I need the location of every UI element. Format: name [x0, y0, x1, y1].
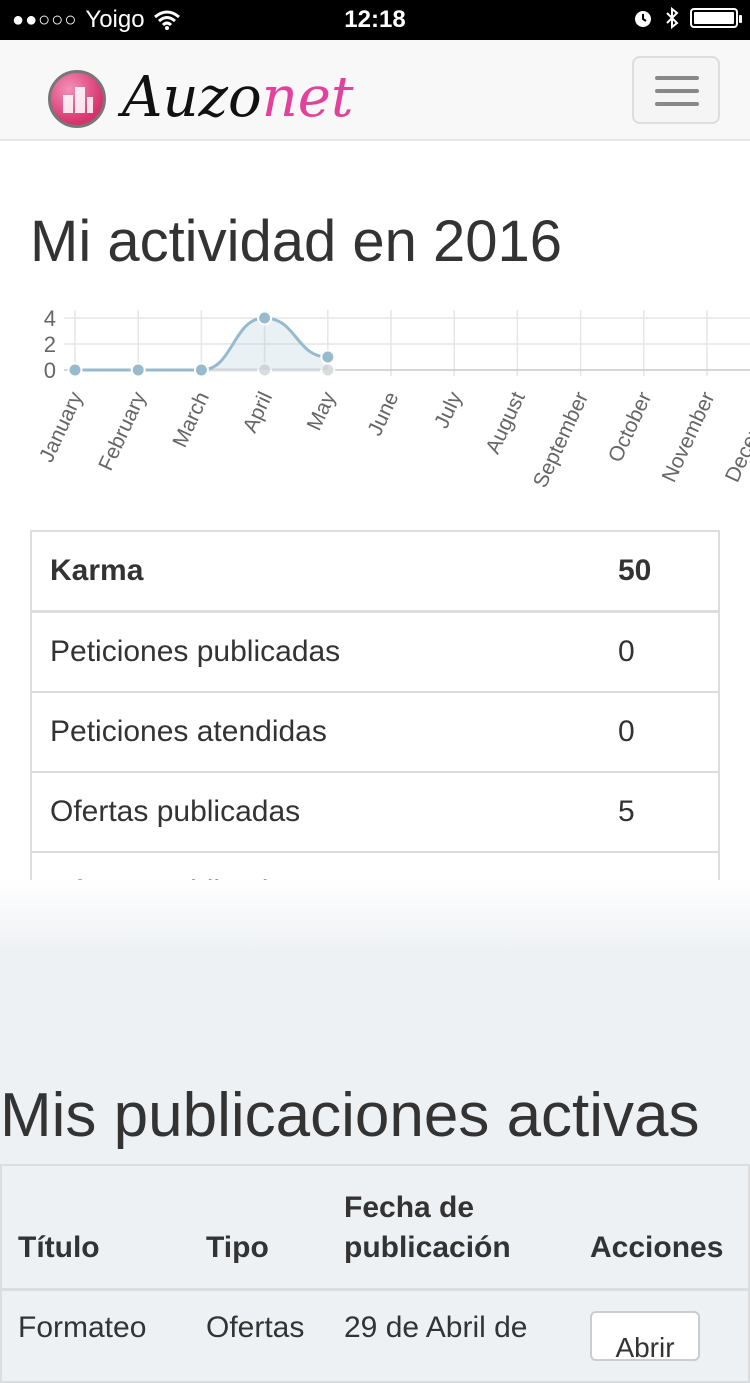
y-tick-label: 0 [44, 358, 56, 383]
battery-icon [690, 8, 742, 28]
status-right [632, 6, 742, 30]
stats-label: Peticiones publicadas [50, 635, 341, 668]
header-type: Tipo [206, 1231, 269, 1264]
stats-value: 0 [618, 635, 635, 668]
row-actions: Abrir [574, 1311, 748, 1381]
menu-toggle-button[interactable] [632, 56, 720, 124]
stats-table: Karma 50 Peticiones publicadas 0 Peticiones … [30, 530, 720, 933]
x-tick-label: March [168, 388, 214, 451]
y-tick-label: 4 [44, 306, 56, 331]
stats-row: Ofertas publicadas 5 [32, 771, 718, 851]
status-bar: ●●○○○ Yoigo 12:18 [0, 0, 750, 40]
logo-text-part1: Auzo [122, 65, 262, 130]
hamburger-line [655, 102, 699, 106]
publications-title: Mis publicaciones activas [0, 1081, 700, 1150]
stats-value: 0 [618, 715, 635, 748]
brand-logo[interactable]: Auzonet [122, 66, 353, 130]
x-tick-label: July [430, 388, 467, 432]
x-tick-label: January [35, 388, 88, 466]
header-actions: Acciones [590, 1231, 724, 1264]
activity-title: Mi actividad en 2016 [30, 209, 562, 274]
stats-row: Peticiones atendidas 0 [32, 691, 718, 771]
y-tick-label: 2 [44, 332, 56, 357]
x-tick-label: February [94, 388, 151, 474]
data-point [320, 349, 336, 365]
bluetooth-icon [666, 6, 679, 30]
stats-row: Karma 50 [32, 532, 718, 611]
x-tick-label: April [239, 388, 278, 436]
publications-table: Título Tipo Fecha de publicación Accione… [0, 1164, 750, 1383]
row-title[interactable]: Formateo [2, 1311, 190, 1381]
data-point [193, 362, 209, 378]
x-tick-label: October [604, 388, 656, 465]
table-row: Formateo Ofertas 29 de Abril de Abrir [2, 1291, 748, 1381]
stats-label: Peticiones atendidas [50, 715, 327, 748]
data-point [130, 362, 146, 378]
logo-icon[interactable] [48, 70, 106, 128]
x-tick-label: November [658, 388, 720, 486]
x-tick-label: August [481, 388, 530, 457]
stats-row: Peticiones publicadas 0 [32, 611, 718, 691]
stats-value: 5 [618, 795, 635, 828]
x-tick-label: May [303, 388, 341, 434]
table-header: Título Tipo Fecha de publicación Accione… [2, 1166, 748, 1291]
open-button[interactable]: Abrir [590, 1311, 700, 1361]
activity-chart: 024 January February March April May June July A… [35, 306, 750, 491]
alarm-icon [635, 11, 651, 27]
header-date: Fecha de publicación [344, 1191, 511, 1264]
x-tick-label: September [529, 388, 593, 491]
row-type: Ofertas [206, 1311, 305, 1344]
hamburger-line [655, 89, 699, 93]
data-point [67, 362, 83, 378]
x-tick-label: June [363, 388, 403, 439]
logo-text-part2: net [261, 65, 354, 130]
navbar: Auzonet [0, 40, 750, 141]
header-title: Título [18, 1231, 100, 1264]
stats-value: 50 [618, 554, 652, 587]
x-tick-label: December [721, 388, 750, 486]
data-point [257, 310, 273, 326]
stats-label: Ofertas publicadas [50, 795, 301, 828]
row-date: 29 de Abril de [344, 1311, 528, 1344]
hamburger-line [655, 76, 699, 80]
stats-label: Karma [50, 554, 144, 587]
